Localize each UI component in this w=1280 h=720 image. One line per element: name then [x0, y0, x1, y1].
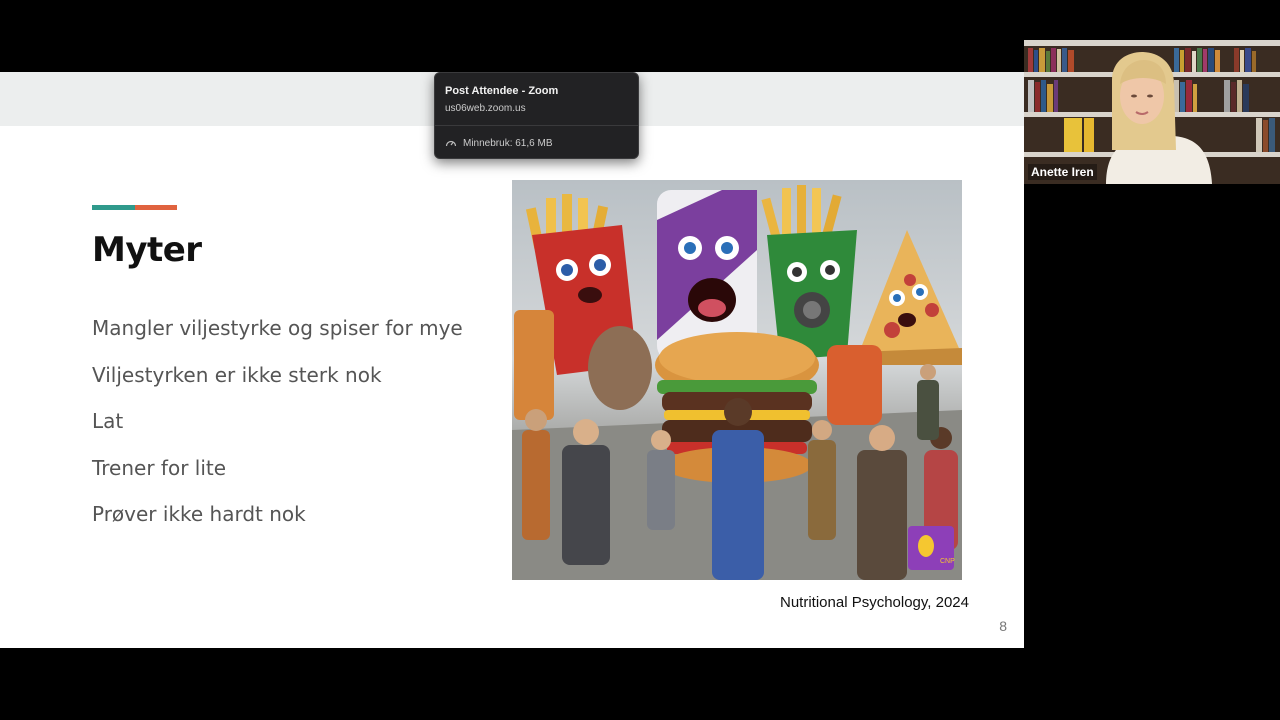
meatball-character [588, 326, 652, 410]
participant-video-tile[interactable]: Anette Iren [1024, 40, 1280, 184]
tooltip-url: us06web.zoom.us [445, 103, 526, 114]
tooltip-divider [435, 125, 638, 126]
svg-text:CNP: CNP [940, 558, 955, 565]
list-item: Prøver ikke hardt nok [92, 502, 306, 526]
memory-usage-label: Minnebruk: 61,6 MB [463, 137, 553, 149]
illustration-graphic: CNP [512, 185, 962, 580]
accent-orange [135, 205, 177, 210]
list-item: Viljestyrken er ikke sterk nok [92, 362, 382, 387]
list-item: Lat [92, 409, 124, 433]
accent-teal [92, 205, 135, 210]
list-item: Trener for lite [92, 455, 227, 480]
cnp-logo-icon: CNP [908, 526, 955, 570]
title-accent-bar [92, 205, 177, 210]
myth-list: Mangler viljestyrke og spiser for mye Vi… [92, 312, 463, 545]
gauge-icon [445, 137, 457, 149]
slide-number: 8 [999, 618, 1007, 634]
fries-small-character [514, 310, 554, 420]
participant-video-feed [1024, 40, 1280, 184]
fries-character-right [761, 185, 857, 360]
pizza-character [857, 230, 962, 365]
tooltip-memory: Minnebruk: 61,6 MB [445, 137, 553, 149]
participant-name-label: Anette Iren [1028, 164, 1097, 180]
slide-title: Myter [92, 230, 202, 270]
pizza-small-character [827, 345, 882, 425]
tab-hover-tooltip: Post Attendee - Zoom us06web.zoom.us Min… [434, 72, 639, 159]
tooltip-title: Post Attendee - Zoom [445, 85, 559, 97]
junk-food-illustration: CNP [512, 180, 962, 580]
list-item: Mangler viljestyrke og spiser for mye [92, 316, 463, 340]
image-caption: Nutritional Psychology, 2024 [780, 594, 969, 611]
